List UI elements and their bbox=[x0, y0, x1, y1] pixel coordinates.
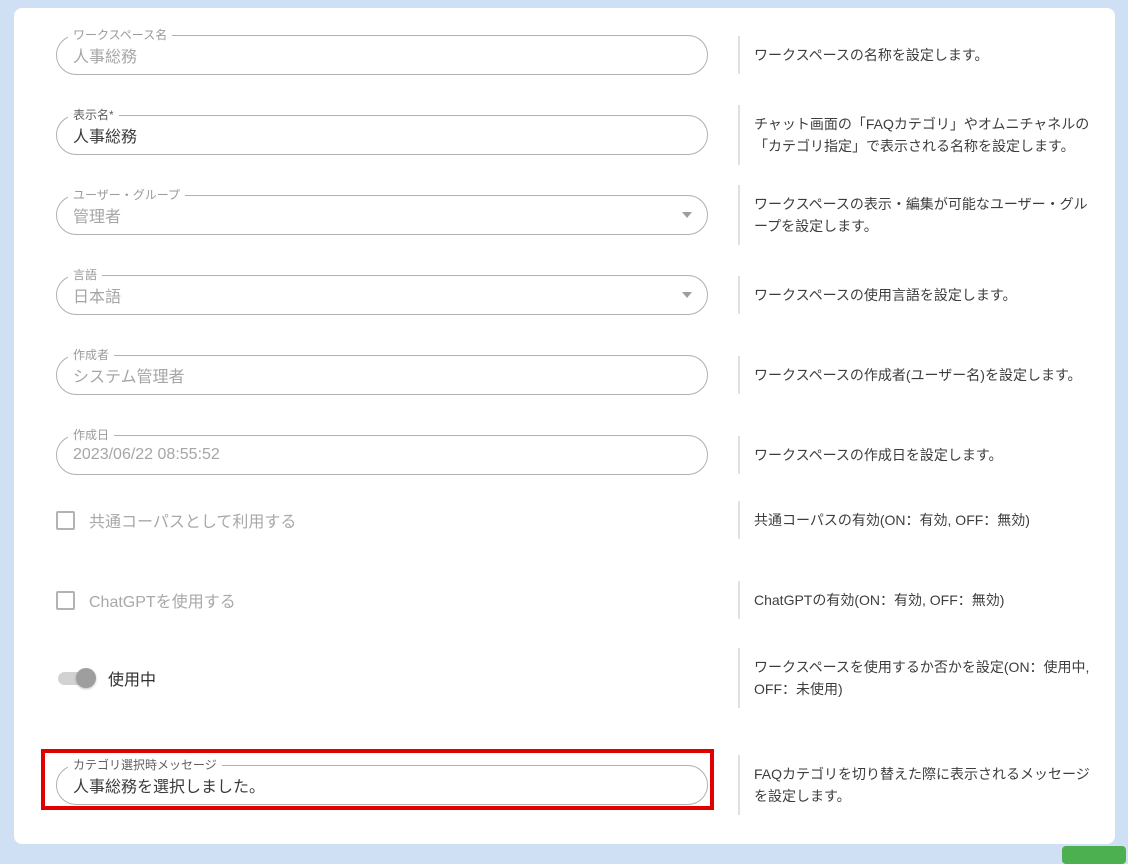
text-field[interactable]: カテゴリ選択時メッセージ 人事総務を選択しました。 bbox=[56, 765, 708, 805]
field-value: 人事総務を選択しました。 bbox=[73, 773, 265, 797]
checkbox[interactable] bbox=[56, 591, 75, 610]
switch-thumb bbox=[76, 668, 96, 688]
field-description: チャット画面の「FAQカテゴリ」やオムニチャネルの「カテゴリ指定」で表示される名… bbox=[738, 105, 1090, 165]
field-value: 管理者 bbox=[73, 203, 121, 227]
checkbox-row[interactable]: ChatGPTを使用する bbox=[56, 588, 236, 612]
text-field[interactable]: 表示名* 人事総務 bbox=[56, 115, 708, 155]
field-label: 言語 bbox=[68, 268, 102, 282]
field-label: カテゴリ選択時メッセージ bbox=[68, 758, 222, 772]
field-description: ワークスペースの表示・編集が可能なユーザー・グループを設定します。 bbox=[738, 185, 1090, 245]
text-field[interactable]: 作成者 システム管理者 bbox=[56, 355, 708, 395]
checkbox-row[interactable]: 共通コーパスとして利用する bbox=[56, 508, 296, 532]
select-field[interactable]: ユーザー・グループ 管理者 bbox=[56, 195, 708, 235]
field-value: 人事総務 bbox=[73, 123, 137, 147]
field-label: ユーザー・グループ bbox=[68, 188, 185, 202]
field-label: 表示名* bbox=[68, 108, 119, 122]
primary-action-button[interactable] bbox=[1062, 846, 1126, 864]
checkbox-label: 共通コーパスとして利用する bbox=[89, 508, 296, 532]
chevron-down-icon bbox=[682, 212, 692, 218]
field-label: 作成者 bbox=[68, 348, 114, 362]
switch-row[interactable]: 使用中 bbox=[56, 666, 156, 690]
settings-card: ワークスペース名 人事総務 ワークスペースの名称を設定します。 表示名* 人事総… bbox=[14, 8, 1115, 844]
field-value: 人事総務 bbox=[73, 43, 137, 67]
field-description: FAQカテゴリを切り替えた際に表示されるメッセージを設定します。 bbox=[738, 755, 1090, 815]
field-description: ワークスペースの名称を設定します。 bbox=[738, 36, 1090, 74]
checkbox[interactable] bbox=[56, 511, 75, 530]
text-field[interactable]: ワークスペース名 人事総務 bbox=[56, 35, 708, 75]
workspace-settings-page: { "colors": { "page_background": "#cfdff… bbox=[0, 0, 1128, 854]
field-description: 共通コーパスの有効(ON：有効, OFF：無効) bbox=[738, 501, 1090, 539]
switch-label: 使用中 bbox=[108, 666, 156, 690]
checkbox-label: ChatGPTを使用する bbox=[89, 588, 236, 612]
field-description: ChatGPTの有効(ON：有効, OFF：無効) bbox=[738, 581, 1090, 619]
select-field[interactable]: 言語 日本語 bbox=[56, 275, 708, 315]
field-label: ワークスペース名 bbox=[68, 28, 172, 42]
field-value: システム管理者 bbox=[73, 363, 185, 387]
field-description: ワークスペースの作成日を設定します。 bbox=[738, 436, 1090, 474]
field-description: ワークスペースの作成者(ユーザー名)を設定します。 bbox=[738, 356, 1090, 394]
field-description: ワークスペースを使用するか否かを設定(ON：使用中, OFF：未使用) bbox=[738, 648, 1090, 708]
field-description: ワークスペースの使用言語を設定します。 bbox=[738, 276, 1090, 314]
chevron-down-icon bbox=[682, 292, 692, 298]
field-label: 作成日 bbox=[68, 428, 114, 442]
text-field[interactable]: 作成日 2023/06/22 08:55:52 bbox=[56, 435, 708, 475]
field-value: 日本語 bbox=[73, 283, 121, 307]
field-value: 2023/06/22 08:55:52 bbox=[73, 446, 220, 464]
toggle-switch[interactable] bbox=[56, 668, 96, 688]
